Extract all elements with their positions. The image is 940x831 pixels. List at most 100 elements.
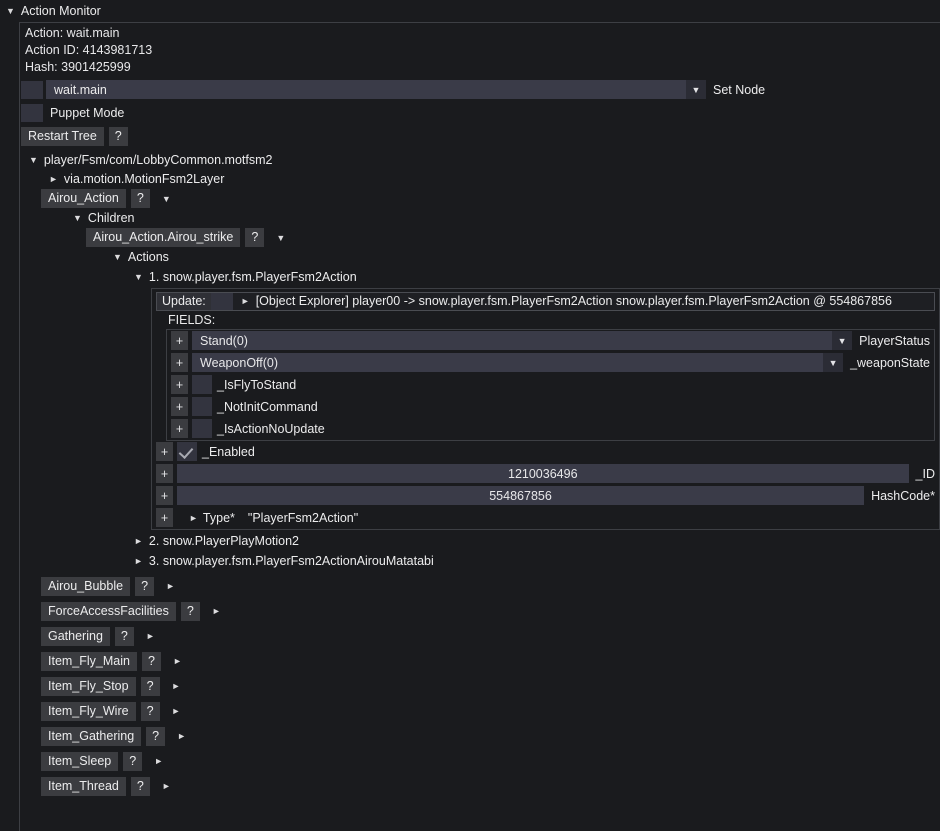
- field-value-select[interactable]: Stand(0) ▼: [192, 331, 853, 350]
- puppet-mode-checkbox[interactable]: [21, 104, 43, 122]
- node-button[interactable]: Gathering: [41, 626, 110, 646]
- field-value: "PlayerFsm2Action": [247, 510, 359, 525]
- tree-node-action-3[interactable]: ► 3. snow.player.fsm.PlayerFsm2ActionAir…: [20, 551, 940, 571]
- tree-node-airou-strike[interactable]: Airou_Action.Airou_strike ? ▼: [20, 228, 940, 248]
- tree-node-item-sleep[interactable]: Item_Sleep ? ►: [20, 749, 940, 774]
- help-button[interactable]: ?: [146, 726, 166, 746]
- node-button[interactable]: Item_Thread: [41, 776, 126, 796]
- chevron-right-icon[interactable]: ►: [134, 556, 143, 566]
- expand-button[interactable]: +: [156, 442, 173, 461]
- type-field[interactable]: ► Type* "PlayerFsm2Action": [177, 511, 358, 525]
- tree-node-item-gathering[interactable]: Item_Gathering ? ►: [20, 724, 940, 749]
- node-button[interactable]: Item_Sleep: [41, 751, 119, 771]
- airou-action-button[interactable]: Airou_Action: [41, 189, 126, 209]
- puppet-mode-label: Puppet Mode: [50, 106, 125, 120]
- field-value-input[interactable]: 1210036496: [177, 464, 909, 483]
- chevron-down-icon[interactable]: ▼: [73, 213, 82, 223]
- tree-node-action-2[interactable]: ► 2. snow.PlayerPlayMotion2: [20, 532, 940, 552]
- object-explorer-text: [Object Explorer] player00 -> snow.playe…: [255, 294, 892, 308]
- tree-node-airou-action[interactable]: Airou_Action ? ▼: [20, 189, 940, 209]
- chevron-down-icon[interactable]: ▼: [134, 272, 143, 282]
- restart-tree-button[interactable]: Restart Tree: [21, 127, 104, 146]
- tree-node-item-fly-main[interactable]: Item_Fly_Main ? ►: [20, 649, 940, 674]
- tree-node-item-fly-stop[interactable]: Item_Fly_Stop ? ►: [20, 674, 940, 699]
- tree-node-item-thread[interactable]: Item_Thread ? ►: [20, 774, 940, 799]
- chevron-down-icon[interactable]: ▼: [832, 331, 853, 350]
- chevron-down-icon[interactable]: ▼: [276, 233, 285, 243]
- update-checkbox[interactable]: [210, 292, 233, 310]
- tree-node-layer[interactable]: ► via.motion.MotionFsm2Layer: [20, 170, 940, 190]
- help-button[interactable]: ?: [140, 701, 160, 721]
- chevron-down-icon[interactable]: ▼: [162, 194, 171, 204]
- help-button[interactable]: ?: [141, 651, 161, 671]
- tree-node-gathering[interactable]: Gathering ? ►: [20, 624, 940, 649]
- field-checkbox[interactable]: [192, 397, 212, 416]
- chevron-right-icon[interactable]: ►: [189, 513, 198, 523]
- expand-button[interactable]: +: [171, 397, 188, 416]
- field-row: + Stand(0) ▼ PlayerStatus: [167, 330, 934, 352]
- chevron-right-icon[interactable]: ►: [154, 756, 163, 766]
- chevron-down-icon[interactable]: ▼: [29, 155, 38, 165]
- chevron-right-icon[interactable]: ►: [177, 731, 186, 741]
- help-button[interactable]: ?: [135, 576, 155, 596]
- chevron-right-icon[interactable]: ►: [49, 174, 58, 184]
- chevron-right-icon[interactable]: ►: [146, 631, 155, 641]
- node-button[interactable]: Item_Fly_Stop: [41, 676, 136, 696]
- chevron-right-icon[interactable]: ►: [172, 706, 181, 716]
- chevron-down-icon[interactable]: ▼: [686, 80, 706, 99]
- node-select[interactable]: wait.main ▼: [46, 80, 706, 99]
- help-button[interactable]: ?: [130, 189, 150, 209]
- tree-node-actions[interactable]: ▼ Actions: [20, 248, 940, 268]
- tree-node-root[interactable]: ▼ player/Fsm/com/LobbyCommon.motfsm2: [20, 150, 940, 170]
- chevron-right-icon[interactable]: ►: [173, 656, 182, 666]
- chevron-right-icon[interactable]: ►: [172, 681, 181, 691]
- chevron-down-icon[interactable]: ▼: [6, 6, 15, 16]
- field-checkbox[interactable]: [192, 419, 212, 438]
- help-button[interactable]: ?: [140, 676, 160, 696]
- help-button[interactable]: ?: [130, 776, 150, 796]
- field-checkbox[interactable]: [177, 442, 197, 461]
- field-value-input[interactable]: 554867856: [177, 486, 865, 505]
- node-button[interactable]: Item_Gathering: [41, 726, 142, 746]
- chevron-right-icon[interactable]: ►: [134, 536, 143, 546]
- tree-node-airou-bubble[interactable]: Airou_Bubble ? ►: [20, 574, 940, 599]
- help-button[interactable]: ?: [180, 601, 200, 621]
- chevron-down-icon[interactable]: ▼: [823, 353, 844, 372]
- expand-button[interactable]: +: [156, 486, 173, 505]
- expand-button[interactable]: +: [171, 419, 188, 438]
- puppet-mode-row[interactable]: Puppet Mode: [20, 104, 940, 122]
- field-row: + _IsFlyToStand: [167, 374, 934, 396]
- expand-button[interactable]: +: [171, 331, 188, 350]
- expand-button[interactable]: +: [156, 508, 173, 527]
- chevron-right-icon[interactable]: ►: [241, 296, 250, 306]
- chevron-right-icon[interactable]: ►: [162, 781, 171, 791]
- expand-button[interactable]: +: [171, 353, 188, 372]
- node-button[interactable]: Item_Fly_Main: [41, 651, 137, 671]
- field-value: WeaponOff(0): [200, 355, 279, 370]
- tree-node-item-fly-wire[interactable]: Item_Fly_Wire ? ►: [20, 699, 940, 724]
- tree-node-force-access-facilities[interactable]: ForceAccessFacilities ? ►: [20, 599, 940, 624]
- node-button[interactable]: Item_Fly_Wire: [41, 701, 136, 721]
- help-button[interactable]: ?: [108, 127, 128, 146]
- node-button[interactable]: ForceAccessFacilities: [41, 601, 176, 621]
- expand-button[interactable]: +: [156, 464, 173, 483]
- field-value-select[interactable]: WeaponOff(0) ▼: [192, 353, 844, 372]
- expand-button[interactable]: +: [171, 375, 188, 394]
- field-checkbox[interactable]: [192, 375, 212, 394]
- chevron-right-icon[interactable]: ►: [212, 606, 221, 616]
- node-button[interactable]: Airou_Bubble: [41, 576, 131, 596]
- help-button[interactable]: ?: [114, 626, 134, 646]
- tree-node-children[interactable]: ▼ Children: [20, 209, 940, 229]
- chevron-down-icon[interactable]: ▼: [113, 252, 122, 262]
- node-enable-checkbox[interactable]: [21, 80, 43, 99]
- field-row: + 554867856 HashCode*: [152, 485, 939, 507]
- panel-header[interactable]: ▼ Action Monitor: [0, 0, 940, 22]
- tree-node-action-1[interactable]: ▼ 1. snow.player.fsm.PlayerFsm2Action: [20, 267, 940, 287]
- object-explorer-entry[interactable]: ► [Object Explorer] player00 -> snow.pla…: [233, 293, 892, 310]
- help-button[interactable]: ?: [123, 751, 143, 771]
- airou-strike-button[interactable]: Airou_Action.Airou_strike: [86, 228, 241, 248]
- field-value: Stand(0): [200, 333, 248, 348]
- field-row: + _NotInitCommand: [167, 396, 934, 418]
- help-button[interactable]: ?: [245, 228, 265, 248]
- chevron-right-icon[interactable]: ►: [166, 581, 175, 591]
